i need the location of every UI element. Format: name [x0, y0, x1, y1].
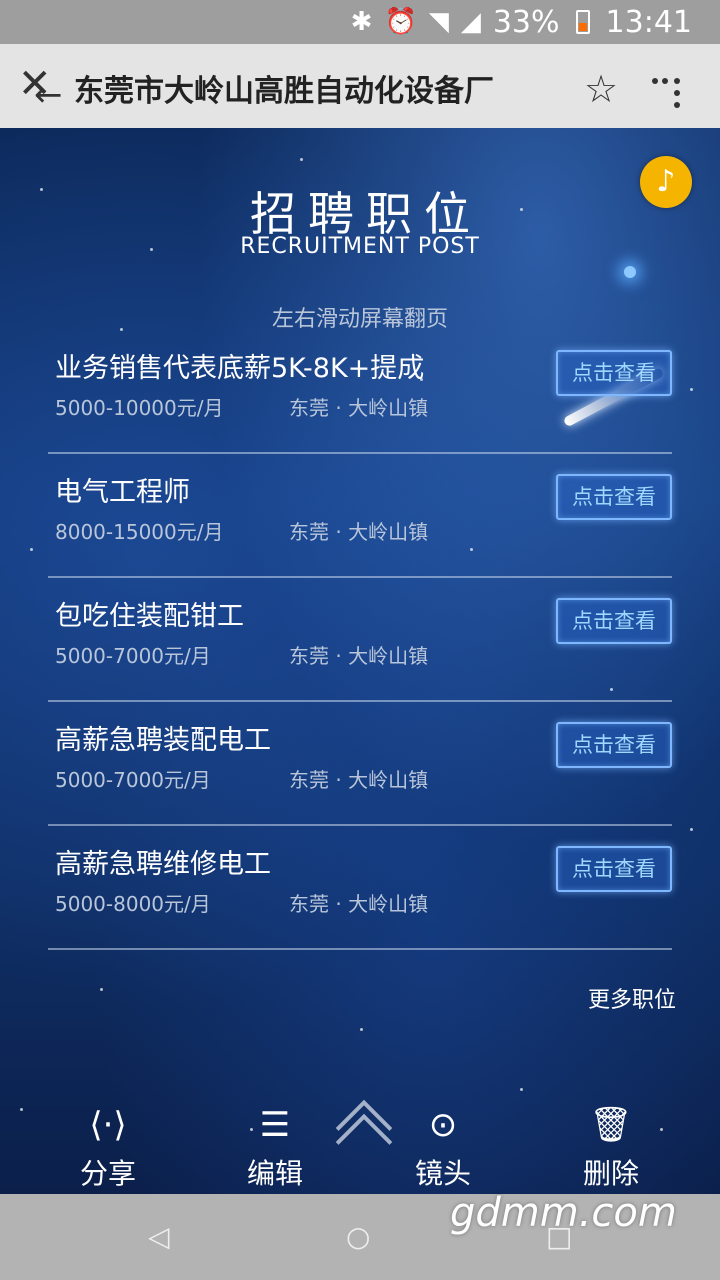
wifi-icon: ◥	[428, 7, 449, 37]
lens-button[interactable]: ⊙ 镜头	[383, 1106, 503, 1192]
page-title: 东莞市大岭山高胜自动化设备厂	[74, 74, 494, 109]
watermark: gdmm.com	[450, 1190, 677, 1236]
job-title: 电气工程师	[55, 477, 190, 508]
swipe-hint: 左右滑动屏幕翻页	[271, 307, 448, 332]
job-title: 高薪急聘维修电工	[55, 849, 271, 880]
battery-icon	[575, 10, 590, 34]
view-job-button[interactable]: 点击查看	[556, 350, 672, 396]
job-item[interactable]: 业务销售代表底薪5K-8K+提成 5000-10000元/月 东莞 · 大岭山镇…	[48, 330, 672, 454]
job-item[interactable]: 高薪急聘维修电工 5000-8000元/月 东莞 · 大岭山镇 点击查看	[48, 826, 672, 950]
edit-label: 编辑	[246, 1157, 303, 1190]
job-item[interactable]: 电气工程师 8000-15000元/月 东莞 · 大岭山镇 点击查看	[48, 454, 672, 578]
job-location: 东莞 · 大岭山镇	[289, 768, 429, 792]
lens-icon: ⊙	[428, 1105, 458, 1145]
view-job-button[interactable]: 点击查看	[556, 598, 672, 644]
section-subheading: RECRUITMENT POST	[240, 234, 480, 259]
alarm-icon: ⏰	[384, 7, 417, 37]
job-salary: 5000-8000元/月	[55, 892, 211, 916]
recruitment-page[interactable]: ♪ 招聘职位 RECRUITMENT POST 左右滑动屏幕翻页 业务销售代表底…	[0, 128, 720, 1194]
delete-button[interactable]: 🗑 删除	[551, 1106, 671, 1192]
edit-button[interactable]: ☰ 编辑	[215, 1106, 335, 1192]
job-title: 业务销售代表底薪5K-8K+提成	[55, 353, 425, 384]
job-title: 高薪急聘装配电工	[55, 725, 271, 756]
view-job-button[interactable]: 点击查看	[556, 474, 672, 520]
nav-home-icon[interactable]: ○	[346, 1220, 370, 1253]
delete-label: 删除	[582, 1157, 639, 1190]
job-location: 东莞 · 大岭山镇	[289, 396, 429, 420]
lens-label: 镜头	[414, 1157, 471, 1190]
job-location: 东莞 · 大岭山镇	[289, 892, 429, 916]
sliders-icon: ☰	[259, 1105, 291, 1145]
clock: 13:41	[605, 4, 692, 40]
battery-percent: 33%	[492, 4, 560, 40]
share-label: 分享	[79, 1157, 136, 1190]
job-salary: 5000-7000元/月	[55, 768, 211, 792]
browser-titlebar: ✕ ← 东莞市大岭山高胜自动化设备厂 ☆	[0, 44, 720, 128]
bottom-toolbar: ⟨·⟩ 分享 ☰ 编辑 ⊙ 镜头 🗑 删除	[0, 1090, 720, 1194]
nav-back-icon[interactable]: ◁	[148, 1220, 170, 1253]
bluetooth-icon: ✱	[350, 7, 373, 37]
job-salary: 8000-15000元/月	[55, 520, 224, 544]
job-salary: 5000-7000元/月	[55, 644, 211, 668]
view-job-button[interactable]: 点击查看	[556, 722, 672, 768]
view-job-button[interactable]: 点击查看	[556, 846, 672, 892]
job-salary: 5000-10000元/月	[55, 396, 224, 420]
status-bar: ✱ ⏰ ◥ ◢ 33% 13:41	[0, 0, 720, 44]
job-item[interactable]: 包吃住装配钳工 5000-7000元/月 东莞 · 大岭山镇 点击查看	[48, 578, 672, 702]
share-button[interactable]: ⟨·⟩ 分享	[48, 1106, 168, 1192]
back-arrow-icon[interactable]: ←	[34, 78, 63, 112]
more-options-icon[interactable]	[652, 72, 692, 112]
glowing-star	[624, 266, 636, 278]
signal-icon: ◢	[460, 7, 481, 37]
job-item[interactable]: 高薪急聘装配电工 5000-7000元/月 东莞 · 大岭山镇 点击查看	[48, 702, 672, 826]
job-title: 包吃住装配钳工	[55, 601, 244, 632]
share-icon: ⟨·⟩	[89, 1105, 127, 1145]
more-jobs-link[interactable]: 更多职位	[588, 982, 676, 1014]
trash-icon: 🗑	[589, 1105, 633, 1145]
job-location: 东莞 · 大岭山镇	[289, 644, 429, 668]
job-location: 东莞 · 大岭山镇	[289, 520, 429, 544]
star-icon[interactable]: ☆	[584, 70, 618, 108]
